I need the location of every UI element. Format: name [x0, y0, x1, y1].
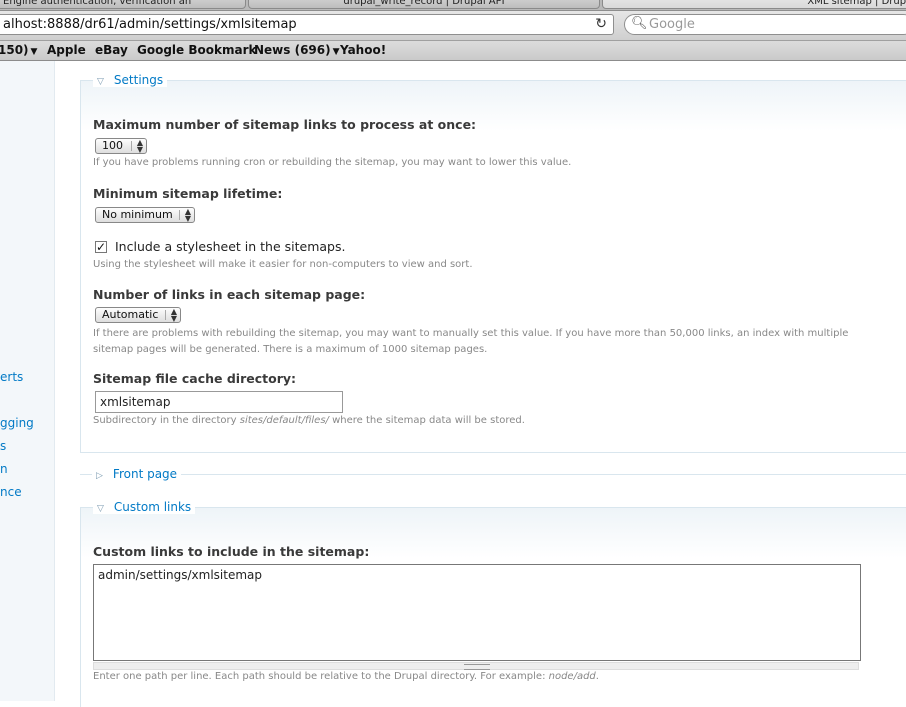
- max-links-select[interactable]: 100 ▲ ▼: [95, 138, 147, 154]
- stylesheet-description: Using the stylesheet will make it easier…: [93, 259, 473, 270]
- select-divider: [165, 310, 166, 320]
- browser-tab[interactable]: drupal_write_record | Drupal API: [248, 0, 600, 9]
- chunk-size-description-line: sitemap pages will be generated. There i…: [93, 344, 488, 355]
- bookmark-folder[interactable]: 150) ▼: [0, 43, 37, 57]
- browser-tab[interactable]: Engine authentication, verification an: [0, 0, 246, 9]
- lifetime-label: Minimum sitemap lifetime:: [93, 186, 283, 201]
- bookmark-yahoo[interactable]: Yahoo!: [340, 43, 386, 57]
- select-arrows-icon: ▲ ▼: [184, 207, 191, 223]
- cache-dir-description: Subdirectory in the directory sites/defa…: [93, 413, 525, 429]
- sidebar-item[interactable]: s: [0, 439, 6, 453]
- lifetime-select[interactable]: No minimum ▲ ▼: [95, 207, 195, 223]
- page-content: erts gging s n nce ▽ Settings Maximum num…: [0, 61, 906, 707]
- cache-dir-description-text: where the sitemap data will be stored.: [328, 415, 525, 426]
- custom-links-legend[interactable]: ▽ Custom links: [93, 500, 196, 514]
- cache-dir-description-text: Subdirectory in the directory: [93, 415, 240, 426]
- sidebar-item[interactable]: gging: [0, 416, 34, 430]
- custom-links-description-text: Enter one path per line. Each path shoul…: [93, 671, 549, 682]
- max-links-label: Maximum number of sitemap links to proce…: [93, 117, 477, 132]
- chunk-size-description-line: If there are problems with rebuilding th…: [93, 328, 849, 339]
- address-text[interactable]: alhost:8888/dr61/admin/settings/xmlsitem…: [3, 17, 297, 32]
- front-page-legend[interactable]: ▷ Front page: [92, 467, 182, 481]
- custom-links-label: Custom links to include in the sitemap:: [93, 544, 370, 559]
- custom-links-legend-label: Custom links: [113, 500, 192, 514]
- admin-sidebar: erts gging s n nce: [0, 61, 55, 701]
- settings-legend[interactable]: ▽ Settings: [93, 73, 168, 87]
- select-divider: [131, 141, 132, 151]
- custom-links-description-text: .: [595, 671, 599, 682]
- select-arrows-icon: ▲ ▼: [170, 307, 177, 323]
- browser-tab-active[interactable]: XML sitemap | Drupal: [602, 0, 906, 9]
- bookmark-ebay[interactable]: eBay: [95, 43, 128, 57]
- bookmark-news[interactable]: News (696) ▼: [254, 43, 340, 57]
- custom-links-textarea[interactable]: admin/settings/xmlsitemap: [93, 564, 861, 661]
- max-links-description: If you have problems running cron or reb…: [93, 157, 572, 168]
- chunk-size-select[interactable]: Automatic ▲ ▼: [95, 307, 181, 323]
- sidebar-item[interactable]: nce: [0, 485, 22, 499]
- select-divider: [179, 210, 180, 220]
- search-input[interactable]: [649, 17, 899, 32]
- chevron-down-icon: ▼: [30, 47, 38, 57]
- chunk-size-value: Automatic: [102, 308, 159, 321]
- front-page-legend-label: Front page: [112, 467, 178, 481]
- triangle-down-icon: ▽: [97, 504, 104, 514]
- search-field[interactable]: 🔍︎: [624, 14, 906, 35]
- bookmark-google[interactable]: Google Bookmark: [137, 43, 256, 57]
- settings-legend-label: Settings: [113, 73, 164, 87]
- stylesheet-checkbox[interactable]: ✓: [95, 241, 107, 253]
- bookmark-apple[interactable]: Apple: [47, 43, 86, 57]
- cache-dir-path: sites/default/files/: [239, 415, 329, 426]
- settings-fieldset: ▽ Settings Maximum number of sitemap link…: [80, 73, 906, 453]
- front-page-fieldset: ▷ Front page: [80, 467, 906, 481]
- chunk-size-description: If there are problems with rebuilding th…: [93, 326, 848, 358]
- select-arrows-icon: ▲ ▼: [136, 138, 143, 154]
- bookmarks-bar: 150) ▼ Apple eBay Google Bookmark News (6…: [0, 41, 906, 61]
- cache-dir-label: Sitemap file cache directory:: [93, 371, 297, 386]
- custom-links-fieldset: ▽ Custom links Custom links to include in…: [80, 500, 906, 707]
- chunk-size-label: Number of links in each sitemap page:: [93, 287, 366, 302]
- triangle-down-icon: ▽: [97, 77, 104, 87]
- chevron-down-icon: ▼: [332, 47, 340, 57]
- stylesheet-label[interactable]: Include a stylesheet in the sitemaps.: [115, 239, 345, 254]
- cache-dir-input[interactable]: [95, 391, 343, 413]
- lifetime-value: No minimum: [102, 208, 173, 221]
- address-bar[interactable]: alhost:8888/dr61/admin/settings/xmlsitem…: [0, 14, 614, 35]
- search-icon[interactable]: 🔍︎: [631, 16, 648, 31]
- custom-links-description: Enter one path per line. Each path shoul…: [93, 669, 599, 685]
- max-links-value: 100: [102, 139, 123, 152]
- triangle-right-icon: ▷: [96, 471, 103, 481]
- bookmark-label: 150): [0, 43, 29, 57]
- navigation-toolbar: alhost:8888/dr61/admin/settings/xmlsitem…: [0, 11, 906, 41]
- bookmark-label: News (696): [254, 43, 331, 57]
- tab-strip: Engine authentication, verification an d…: [0, 0, 906, 11]
- custom-links-example: node/add: [548, 671, 596, 682]
- sidebar-item[interactable]: n: [0, 462, 8, 476]
- reload-icon[interactable]: ↻: [595, 16, 607, 32]
- sidebar-item[interactable]: erts: [0, 370, 23, 384]
